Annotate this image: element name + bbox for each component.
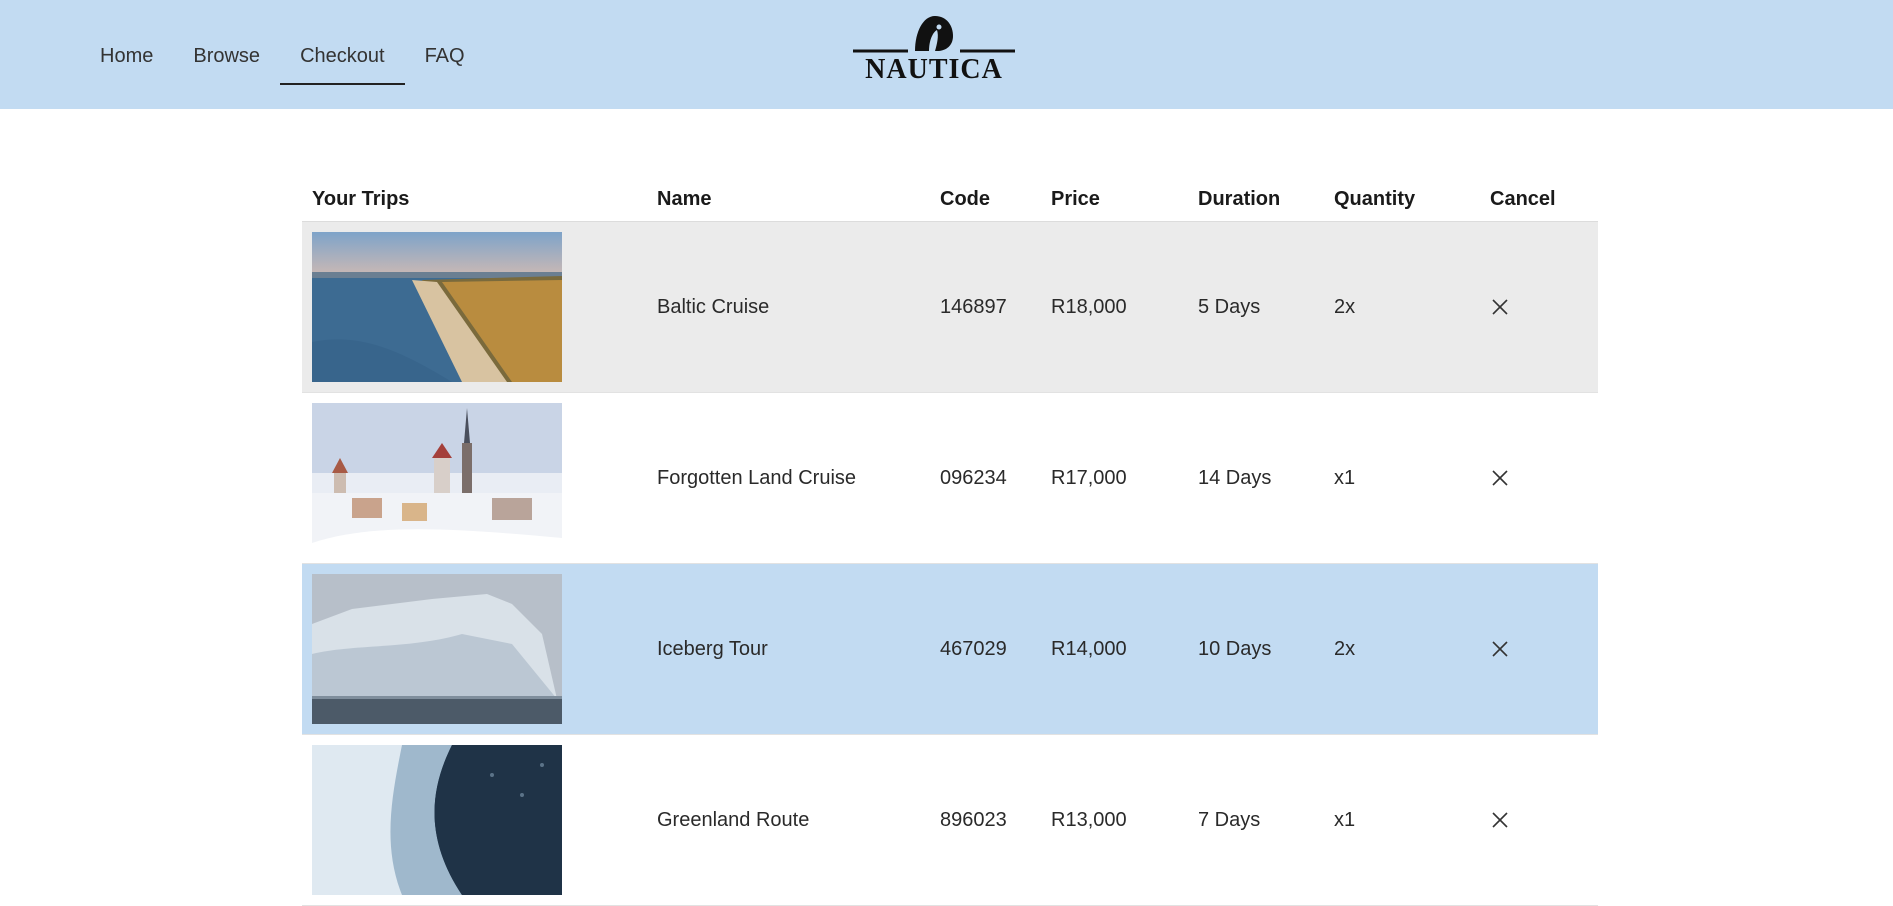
nav-home[interactable]: Home bbox=[80, 30, 173, 82]
header-your-trips: Your Trips bbox=[312, 188, 410, 210]
penguin-logo-icon bbox=[853, 16, 1015, 53]
nav-faq[interactable]: FAQ bbox=[405, 30, 485, 82]
close-icon[interactable] bbox=[1490, 468, 1510, 488]
trips-table: Your Trips Name Code Price Duration Quan… bbox=[302, 178, 1598, 906]
trip-code: 467029 bbox=[940, 637, 1007, 660]
logo-wordmark: NAUTICA bbox=[865, 54, 1003, 85]
trip-name: Baltic Cruise bbox=[657, 295, 770, 318]
trip-name: Greenland Route bbox=[657, 808, 810, 831]
site-header: Home Browse Checkout FAQ NAUTICA bbox=[0, 0, 1893, 109]
header-cancel: Cancel bbox=[1490, 188, 1556, 210]
main-nav: Home Browse Checkout FAQ bbox=[80, 30, 485, 85]
header-code: Code bbox=[940, 188, 990, 210]
cancel-cell bbox=[1490, 810, 1598, 830]
close-icon[interactable] bbox=[1490, 639, 1510, 659]
trip-image-cell bbox=[302, 574, 657, 724]
header-price: Price bbox=[1051, 188, 1100, 210]
nav-browse[interactable]: Browse bbox=[173, 30, 280, 82]
trip-duration: 5 Days bbox=[1198, 295, 1261, 318]
trip-code: 896023 bbox=[940, 808, 1007, 831]
trip-image-cell bbox=[302, 745, 657, 895]
trip-price: R18,000 bbox=[1051, 295, 1127, 318]
iceberg-photo bbox=[312, 574, 562, 724]
header-name: Name bbox=[657, 188, 712, 210]
trip-image-cell bbox=[302, 403, 657, 553]
nav-checkout[interactable]: Checkout bbox=[280, 30, 405, 85]
site-logo[interactable]: NAUTICA bbox=[853, 14, 1015, 86]
trip-quantity: x1 bbox=[1334, 466, 1356, 489]
trip-quantity: 2x bbox=[1334, 295, 1356, 318]
table-row: Iceberg Tour 467029 R14,000 10 Days 2x bbox=[302, 564, 1598, 735]
close-icon[interactable] bbox=[1490, 297, 1510, 317]
cancel-cell bbox=[1490, 297, 1598, 317]
trip-price: R17,000 bbox=[1051, 466, 1127, 489]
trip-name: Forgotten Land Cruise bbox=[657, 466, 857, 489]
trip-duration: 14 Days bbox=[1198, 466, 1272, 489]
coastline-aerial-photo bbox=[312, 232, 562, 382]
snowy-old-town-photo bbox=[312, 403, 562, 553]
header-duration: Duration bbox=[1198, 188, 1281, 210]
cancel-cell bbox=[1490, 639, 1598, 659]
table-row: Baltic Cruise 146897 R18,000 5 Days 2x bbox=[302, 222, 1598, 393]
table-header: Your Trips Name Code Price Duration Quan… bbox=[302, 178, 1598, 222]
cancel-cell bbox=[1490, 468, 1598, 488]
ship-wake-sea-photo bbox=[312, 745, 562, 895]
close-icon[interactable] bbox=[1490, 810, 1510, 830]
trip-duration: 10 Days bbox=[1198, 637, 1272, 660]
trip-image-cell bbox=[302, 232, 657, 382]
header-quantity: Quantity bbox=[1334, 188, 1416, 210]
trip-duration: 7 Days bbox=[1198, 808, 1261, 831]
table-row: Greenland Route 896023 R13,000 7 Days x1 bbox=[302, 735, 1598, 906]
table-row: Forgotten Land Cruise 096234 R17,000 14 … bbox=[302, 393, 1598, 564]
trip-price: R14,000 bbox=[1051, 637, 1127, 660]
trip-quantity: 2x bbox=[1334, 637, 1356, 660]
trip-name: Iceberg Tour bbox=[657, 637, 768, 660]
trip-price: R13,000 bbox=[1051, 808, 1127, 831]
trip-code: 096234 bbox=[940, 466, 1007, 489]
trip-code: 146897 bbox=[940, 295, 1007, 318]
trip-quantity: x1 bbox=[1334, 808, 1356, 831]
